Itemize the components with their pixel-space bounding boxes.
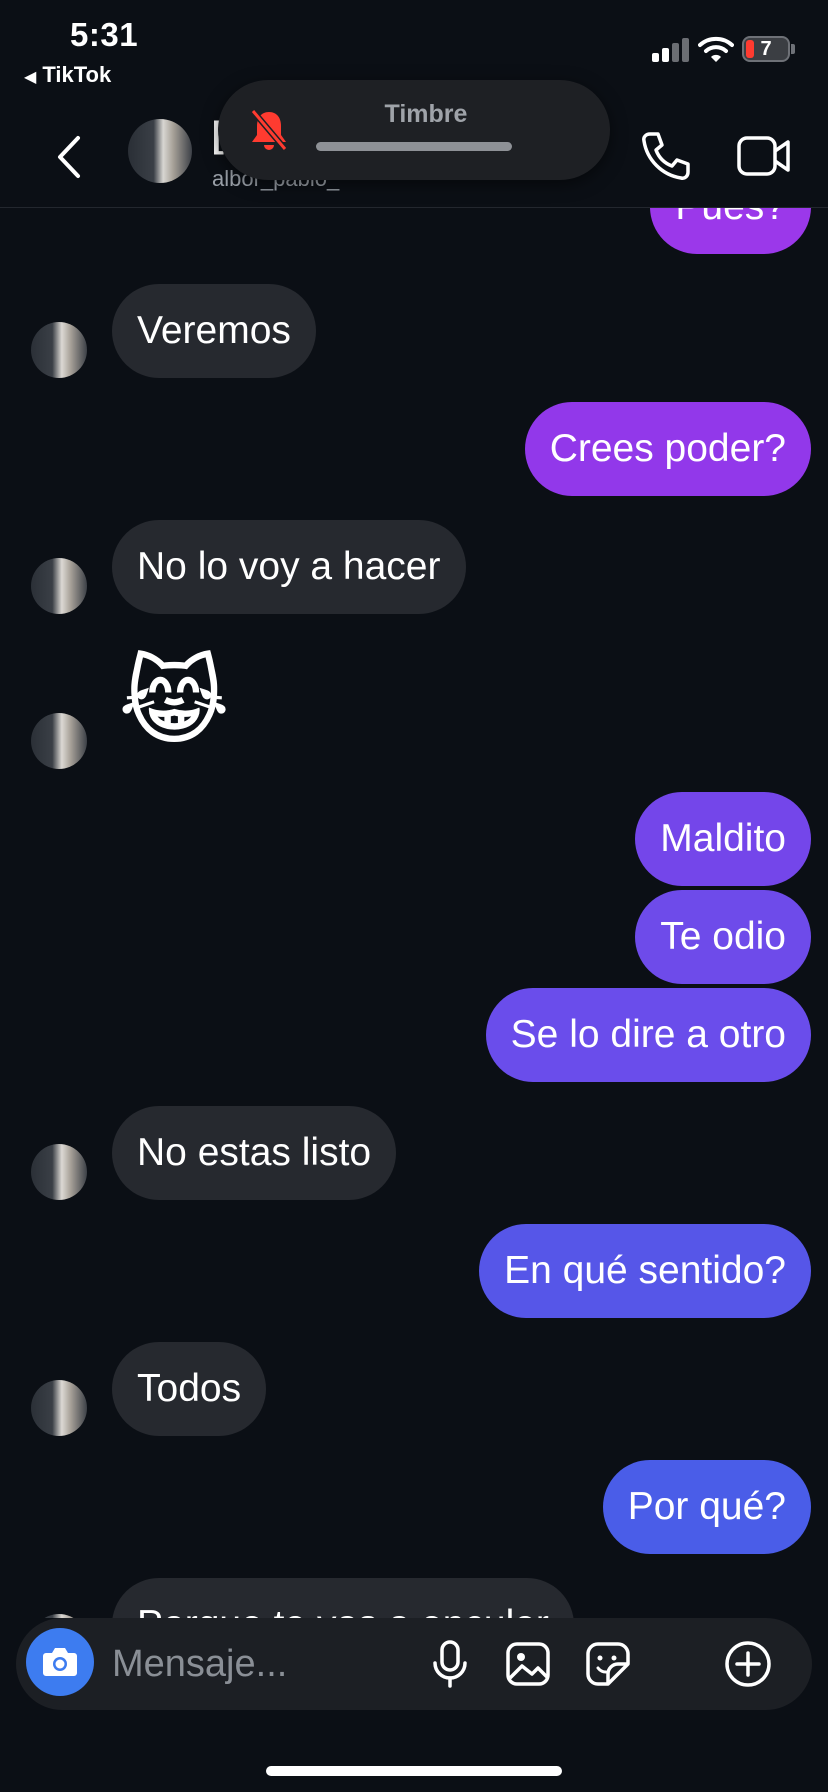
contact-avatar[interactable] bbox=[128, 119, 192, 183]
message-bubble-sent[interactable]: Te odio bbox=[635, 890, 811, 984]
ringer-label: Timbre bbox=[384, 100, 468, 128]
phone-icon[interactable] bbox=[640, 130, 692, 182]
sender-avatar[interactable] bbox=[31, 713, 87, 769]
plus-circle-icon[interactable] bbox=[724, 1638, 772, 1690]
sender-avatar[interactable] bbox=[31, 1380, 87, 1436]
emoji-message[interactable]: 😹 bbox=[118, 648, 230, 758]
battery-level: 7 bbox=[760, 38, 772, 60]
camera-icon bbox=[43, 1648, 77, 1676]
message-list[interactable]: Pues? Veremos Crees poder? No lo voy a h… bbox=[0, 208, 828, 1618]
message-bubble-received[interactable]: No estas listo bbox=[112, 1106, 397, 1200]
message-bubble-sent[interactable]: Pues? bbox=[650, 208, 811, 254]
message-bubble-sent[interactable]: En qué sentido? bbox=[479, 1224, 811, 1318]
sender-avatar[interactable] bbox=[31, 558, 87, 614]
back-triangle-icon: ◀ bbox=[24, 69, 37, 86]
message-bubble-received[interactable]: No lo voy a hacer bbox=[112, 520, 466, 614]
status-time: 5:31 bbox=[70, 16, 139, 53]
message-input[interactable] bbox=[112, 1636, 472, 1692]
camera-button[interactable] bbox=[26, 1628, 94, 1696]
sender-avatar[interactable] bbox=[31, 1144, 87, 1200]
back-app-label: TikTok bbox=[42, 62, 112, 87]
battery-tip bbox=[791, 44, 795, 54]
message-composer bbox=[16, 1618, 812, 1710]
message-bubble-sent[interactable]: Maldito bbox=[635, 792, 811, 886]
message-bubble-sent[interactable]: Por qué? bbox=[602, 1460, 811, 1554]
cellular-signal-icon bbox=[652, 36, 690, 62]
message-bubble-received[interactable]: Todos bbox=[112, 1342, 267, 1436]
message-bubble-sent[interactable]: Crees poder? bbox=[524, 402, 811, 496]
image-icon[interactable] bbox=[504, 1638, 552, 1690]
battery-icon: 7 bbox=[742, 36, 790, 62]
sender-avatar[interactable] bbox=[31, 322, 87, 378]
bell-slash-icon bbox=[250, 109, 288, 151]
wifi-icon bbox=[698, 36, 734, 62]
microphone-icon[interactable] bbox=[426, 1638, 474, 1690]
sticker-icon[interactable] bbox=[584, 1638, 632, 1690]
video-camera-icon[interactable] bbox=[736, 132, 792, 180]
ringer-indicator: Timbre bbox=[218, 80, 610, 180]
back-to-app-link[interactable]: ◀ TikTok bbox=[24, 62, 111, 88]
ringer-volume-bar bbox=[316, 142, 512, 151]
chevron-left-icon[interactable] bbox=[52, 132, 88, 182]
message-bubble-received[interactable]: Porque te vas a enculer bbox=[112, 1578, 574, 1618]
message-bubble-sent[interactable]: Se lo dire a otro bbox=[485, 988, 811, 1082]
message-bubble-received[interactable]: Veremos bbox=[112, 284, 316, 378]
home-indicator[interactable] bbox=[266, 1766, 562, 1776]
